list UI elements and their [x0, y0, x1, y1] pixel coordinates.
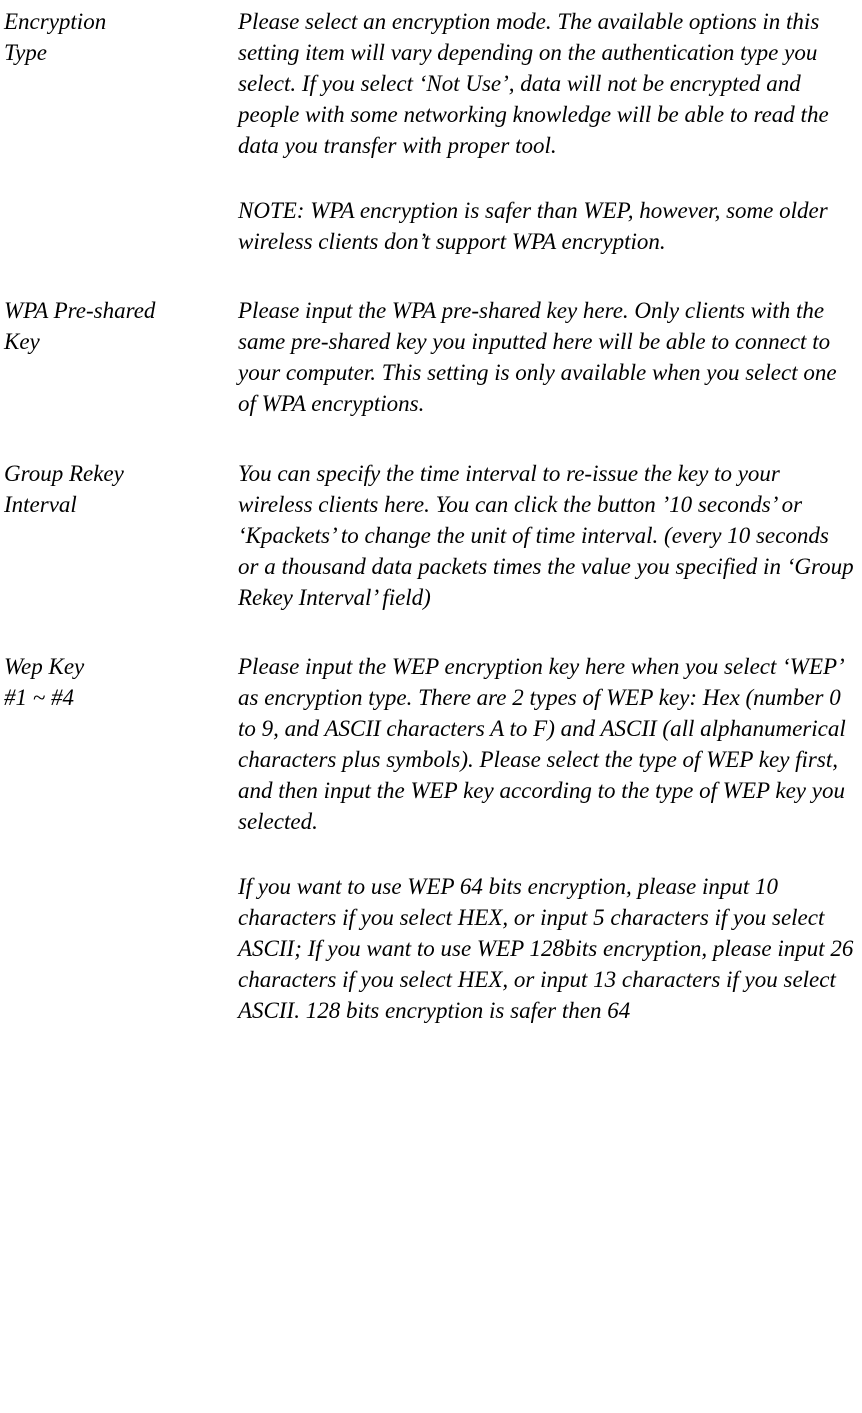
label-line: Key — [4, 326, 230, 357]
paragraph: Please select an encryption mode. The av… — [238, 6, 854, 161]
row-encryption-type: Encryption Type Please select an encrypt… — [4, 6, 854, 257]
desc-wpa-preshared-key: Please input the WPA pre-shared key here… — [238, 295, 854, 419]
row-group-rekey-interval: Group Rekey Interval You can specify the… — [4, 458, 854, 613]
paragraph: Please input the WPA pre-shared key here… — [238, 295, 854, 419]
label-group-rekey-interval: Group Rekey Interval — [4, 458, 238, 613]
paragraph: NOTE: WPA encryption is safer than WEP, … — [238, 195, 854, 257]
label-line: WPA Pre-shared — [4, 295, 230, 326]
label-wep-key: Wep Key #1 ~ #4 — [4, 651, 238, 1027]
row-wpa-preshared-key: WPA Pre-shared Key Please input the WPA … — [4, 295, 854, 419]
label-line: Encryption — [4, 6, 230, 37]
paragraph: You can specify the time interval to re-… — [238, 458, 854, 613]
label-line: #1 ~ #4 — [4, 682, 230, 713]
label-wpa-preshared-key: WPA Pre-shared Key — [4, 295, 238, 419]
desc-wep-key: Please input the WEP encryption key here… — [238, 651, 854, 1027]
paragraph: Please input the WEP encryption key here… — [238, 651, 854, 837]
paragraph: If you want to use WEP 64 bits encryptio… — [238, 871, 854, 1026]
row-wep-key: Wep Key #1 ~ #4 Please input the WEP enc… — [4, 651, 854, 1027]
label-line: Wep Key — [4, 651, 230, 682]
label-line: Interval — [4, 489, 230, 520]
label-line: Type — [4, 37, 230, 68]
desc-group-rekey-interval: You can specify the time interval to re-… — [238, 458, 854, 613]
desc-encryption-type: Please select an encryption mode. The av… — [238, 6, 854, 257]
label-encryption-type: Encryption Type — [4, 6, 238, 257]
label-line: Group Rekey — [4, 458, 230, 489]
